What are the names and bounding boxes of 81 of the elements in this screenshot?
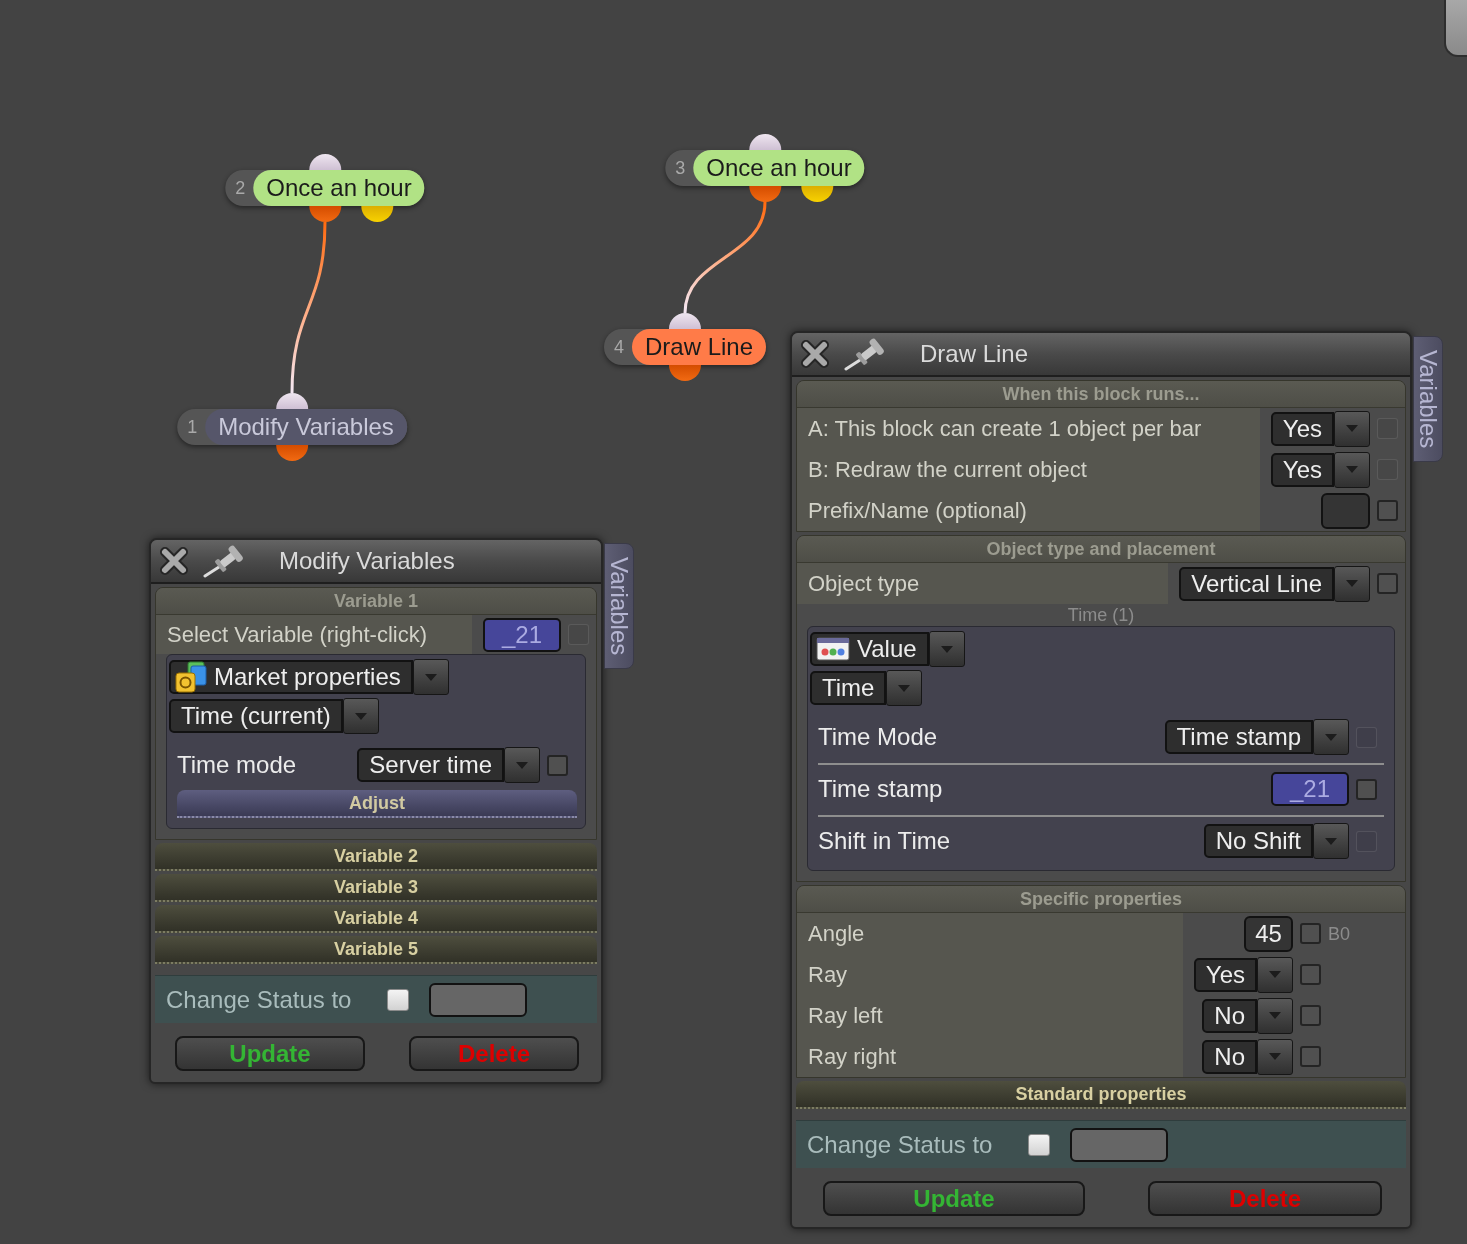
output-port[interactable] [749, 186, 781, 202]
node-number: 3 [675, 159, 687, 177]
window-title: Modify Variables [279, 549, 455, 573]
field-label: Time Mode [818, 725, 939, 749]
side-tab[interactable]: Variables [604, 543, 634, 669]
status-label: Change Status to [166, 987, 352, 1012]
field-label: Time mode [177, 753, 298, 777]
checkbox[interactable] [1028, 1133, 1051, 1156]
node-label[interactable]: Once an hour [693, 150, 865, 186]
input-port[interactable] [309, 154, 341, 170]
node-number: 4 [614, 338, 625, 356]
row-label: Angle [797, 913, 1183, 954]
caret-icon [1346, 425, 1358, 432]
caret-icon [1346, 466, 1358, 473]
window-dots-icon [816, 637, 850, 661]
caret-icon [1325, 733, 1337, 741]
row-label: Object type [797, 563, 1169, 604]
status-field[interactable] [429, 982, 528, 1017]
wide-button[interactable]: Adjust [177, 790, 577, 818]
checkbox[interactable] [1377, 500, 1398, 521]
caret-icon [898, 684, 911, 692]
checkbox[interactable] [387, 988, 410, 1011]
side-tab[interactable]: Variables [1413, 336, 1443, 462]
caret-icon [1269, 1053, 1281, 1060]
caret-icon [516, 761, 528, 769]
caret-icon [424, 673, 437, 681]
row-label: Select Variable (right-click) [156, 615, 472, 654]
node-number: 2 [235, 179, 247, 197]
number-field[interactable]: 45 [1244, 915, 1293, 952]
checkbox[interactable] [547, 754, 568, 776]
caret-icon [354, 712, 367, 720]
variable-chip[interactable]: _21 [483, 617, 561, 652]
input-port[interactable] [669, 313, 701, 329]
output-port[interactable] [309, 206, 341, 222]
input-port[interactable] [276, 393, 308, 409]
row-label: Ray right [797, 1036, 1183, 1077]
window-title: Draw Line [920, 342, 1029, 366]
section-header[interactable]: Variable 3 [155, 874, 597, 902]
output-port[interactable] [669, 365, 701, 381]
checkbox[interactable] [1300, 1046, 1321, 1067]
checkbox[interactable] [1300, 964, 1321, 985]
row-label: Ray left [797, 995, 1183, 1036]
variable-chip[interactable]: _21 [1271, 772, 1349, 806]
update-button[interactable]: Update [175, 1036, 365, 1071]
field-code: B0 [1328, 924, 1351, 943]
node-number: 1 [187, 418, 199, 436]
node-label[interactable]: Draw Line [632, 329, 766, 365]
checkbox[interactable] [1356, 778, 1377, 800]
checkbox[interactable] [1300, 1005, 1321, 1026]
secondary-port[interactable] [361, 206, 393, 222]
caret-icon [940, 645, 953, 653]
node-label[interactable]: Modify Variables [205, 409, 407, 445]
caret-icon [1346, 580, 1358, 587]
checkbox[interactable] [1377, 573, 1398, 594]
section-header[interactable]: Variable 5 [155, 936, 597, 964]
status-label: Change Status to [807, 1132, 993, 1157]
text-field[interactable] [1321, 492, 1370, 529]
group-caption: Time (1) [1067, 604, 1135, 626]
section-header[interactable]: Standard properties [796, 1081, 1406, 1109]
field-label: Time stamp [818, 777, 944, 801]
input-port[interactable] [749, 134, 781, 150]
tile-edge [1444, 0, 1467, 57]
close-icon[interactable] [159, 546, 189, 576]
update-button[interactable]: Update [823, 1181, 1085, 1216]
node-label[interactable]: Once an hour [253, 170, 425, 206]
caret-icon [1325, 837, 1337, 845]
section-header[interactable]: Variable 2 [155, 843, 597, 871]
row-label: Ray [797, 954, 1183, 995]
row-label: B: Redraw the current object [797, 449, 1260, 490]
field-label: Shift in Time [818, 829, 952, 853]
output-port[interactable] [276, 445, 308, 461]
caret-icon [1269, 971, 1281, 978]
coin-windows-icon [175, 661, 207, 693]
row-label: Prefix/Name (optional) [797, 490, 1260, 531]
row-label: A: This block can create 1 object per bar [797, 408, 1260, 449]
caret-icon [1269, 1012, 1281, 1019]
close-icon[interactable] [800, 339, 830, 369]
section-header[interactable]: Variable 4 [155, 905, 597, 933]
secondary-port[interactable] [801, 186, 833, 202]
status-field[interactable] [1070, 1127, 1169, 1162]
checkbox[interactable] [1300, 923, 1321, 944]
